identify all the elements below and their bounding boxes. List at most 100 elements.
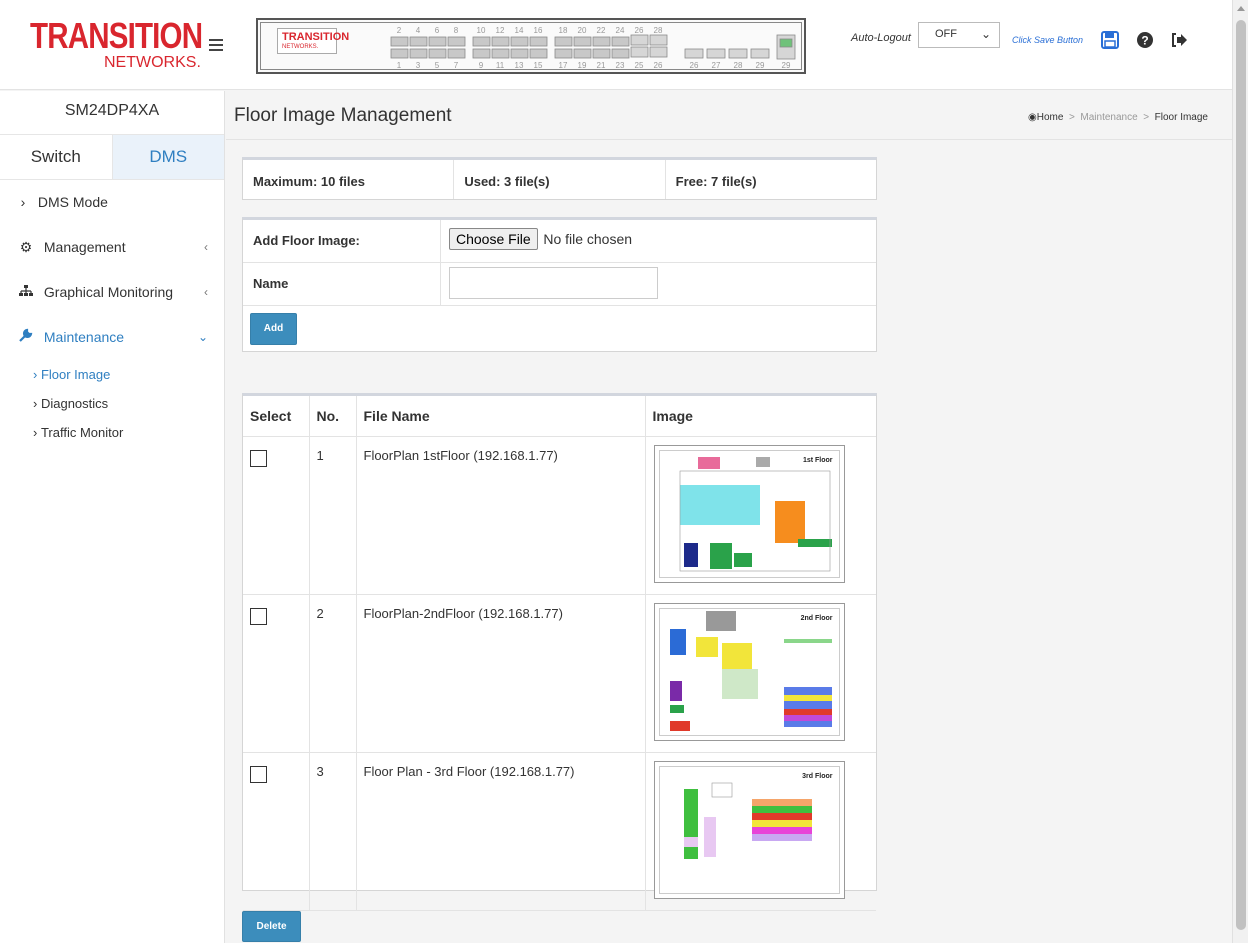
- floor-plan-drawing: [683, 782, 812, 859]
- no-cell: 2: [309, 594, 357, 753]
- menu-toggle-icon[interactable]: [209, 39, 223, 51]
- port[interactable]: [554, 36, 573, 47]
- stat-used: Used: 3 file(s): [454, 160, 666, 199]
- sidebar-item-dms-mode[interactable]: › DMS Mode: [0, 180, 224, 225]
- port[interactable]: [409, 36, 428, 47]
- save-icon[interactable]: [1101, 31, 1119, 49]
- combo-port[interactable]: [630, 34, 649, 46]
- logout-icon[interactable]: [1170, 31, 1188, 49]
- chevron-right-icon: ›: [33, 367, 41, 382]
- row-checkbox[interactable]: [250, 608, 267, 625]
- port[interactable]: [573, 48, 592, 59]
- combo-port[interactable]: [630, 46, 649, 58]
- delete-button[interactable]: Delete: [242, 911, 301, 942]
- port-number: 4: [416, 26, 421, 35]
- sfp-port[interactable]: [706, 48, 726, 59]
- port-number: 10: [477, 26, 486, 35]
- floor-plan-thumbnail[interactable]: 3rd Floor: [653, 761, 845, 899]
- port-number: 26: [635, 26, 644, 35]
- row-checkbox[interactable]: [250, 766, 267, 783]
- brand-logo[interactable]: TRANSITION NETWORKS.: [18, 10, 203, 78]
- port[interactable]: [390, 36, 409, 47]
- port[interactable]: [573, 36, 592, 47]
- port-number: 2: [397, 26, 402, 35]
- floor-plan-drawing: [669, 611, 832, 731]
- col-select: Select: [243, 396, 310, 437]
- port[interactable]: [491, 36, 510, 47]
- tab-dms[interactable]: DMS: [112, 135, 224, 179]
- port[interactable]: [447, 48, 466, 59]
- combo-port[interactable]: [649, 46, 668, 58]
- port-number: 24: [616, 26, 625, 35]
- sfp-port[interactable]: [684, 48, 704, 59]
- floor-plan-thumbnail[interactable]: 2nd Floor: [653, 603, 845, 741]
- sfp-port-link[interactable]: [779, 38, 793, 48]
- port[interactable]: [472, 48, 491, 59]
- image-cell: 1st Floor: [645, 436, 876, 595]
- gear-icon: ⚙: [19, 239, 33, 255]
- scroll-up-icon[interactable]: [1237, 6, 1245, 11]
- breadcrumb-separator: >: [1066, 112, 1078, 123]
- row-checkbox[interactable]: [250, 450, 267, 467]
- port[interactable]: [491, 48, 510, 59]
- combo-port[interactable]: [649, 34, 668, 46]
- table-row: 3 Floor Plan - 3rd Floor (192.168.1.77): [243, 752, 876, 911]
- sidebar-item-label: Maintenance: [43, 329, 125, 345]
- port[interactable]: [529, 36, 548, 47]
- sfp-port[interactable]: [728, 48, 748, 59]
- sidebar-subitem-diagnostics[interactable]: › Diagnostics: [0, 389, 224, 418]
- floor-plan-thumbnail[interactable]: 1st Floor: [653, 445, 845, 583]
- port-number: 29: [756, 61, 765, 70]
- file-stats-box: Maximum: 10 files Used: 3 file(s) Free: …: [242, 157, 877, 200]
- port[interactable]: [592, 48, 611, 59]
- port[interactable]: [510, 36, 529, 47]
- auto-logout-select[interactable]: OFF ⌄: [918, 22, 1000, 48]
- port-number: 16: [534, 26, 543, 35]
- port[interactable]: [592, 36, 611, 47]
- chevron-right-icon: ›: [20, 194, 26, 210]
- no-cell: 3: [309, 752, 357, 911]
- port-number: 13: [515, 61, 524, 70]
- port[interactable]: [428, 48, 447, 59]
- add-button[interactable]: Add: [250, 313, 297, 345]
- scroll-thumb[interactable]: [1236, 20, 1246, 930]
- port[interactable]: [409, 48, 428, 59]
- form-row-file: Add Floor Image: Choose File No file cho…: [243, 220, 876, 263]
- port[interactable]: [611, 48, 630, 59]
- sidebar-item-maintenance[interactable]: Maintenance ⌄: [0, 315, 224, 360]
- port-number: 17: [559, 61, 568, 70]
- port[interactable]: [554, 48, 573, 59]
- subitem-label: Traffic Monitor: [40, 425, 124, 440]
- image-cell: 2nd Floor: [645, 594, 876, 753]
- device-name: SM24DP4XA: [0, 91, 224, 135]
- port[interactable]: [611, 36, 630, 47]
- thumbnail-title: 1st Floor: [802, 457, 833, 464]
- tab-switch[interactable]: Switch: [0, 135, 113, 179]
- sidebar-item-management[interactable]: ⚙ Management ‹: [0, 225, 224, 270]
- page-scrollbar[interactable]: [1232, 0, 1248, 943]
- logo-main-text: TRANSITION: [30, 15, 203, 56]
- breadcrumb-maintenance[interactable]: Maintenance: [1080, 112, 1137, 123]
- name-input[interactable]: [449, 267, 658, 299]
- floor-plan-drawing: [679, 457, 832, 572]
- sidebar-item-graphical-monitoring[interactable]: Graphical Monitoring ‹: [0, 270, 224, 315]
- chevron-left-icon: ‹: [204, 285, 208, 299]
- choose-file-button[interactable]: Choose File: [449, 228, 538, 250]
- port[interactable]: [447, 36, 466, 47]
- port-number: 18: [559, 26, 568, 35]
- port[interactable]: [428, 36, 447, 47]
- port[interactable]: [510, 48, 529, 59]
- select-cell: [243, 436, 310, 595]
- sidebar-subitem-floor-image[interactable]: › Floor Image: [0, 360, 224, 389]
- sidebar-subitem-traffic-monitor[interactable]: › Traffic Monitor: [0, 418, 224, 447]
- port[interactable]: [390, 48, 409, 59]
- port[interactable]: [529, 48, 548, 59]
- breadcrumb-home[interactable]: Home: [1037, 112, 1064, 123]
- help-icon[interactable]: ?: [1136, 31, 1154, 49]
- subitem-label: Floor Image: [40, 367, 111, 382]
- sfp-port[interactable]: [750, 48, 770, 59]
- port[interactable]: [472, 36, 491, 47]
- select-cell: [243, 594, 310, 753]
- port-number: 9: [479, 61, 484, 70]
- port-number: 29: [782, 61, 791, 70]
